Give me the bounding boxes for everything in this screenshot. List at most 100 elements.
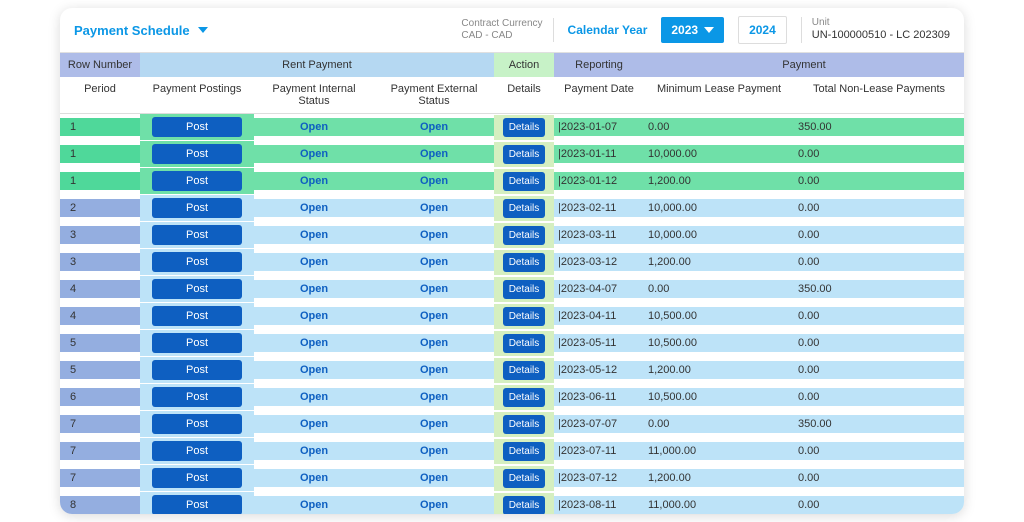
post-button[interactable]: Post [152,441,242,461]
details-button[interactable]: Details [503,226,546,245]
cell-postings: Post [140,114,254,140]
caret-down-icon [198,27,208,33]
table-row: 5PostOpenOpenDetails|2023-05-121,200.000… [60,357,964,384]
details-button[interactable]: Details [503,253,546,272]
cell-nonlease: 0.00 [794,226,964,244]
cell-internal-status: Open [254,442,374,460]
cell-external-status: Open [374,253,494,271]
post-button[interactable]: Post [152,387,242,407]
cell-nonlease: 0.00 [794,307,964,325]
cell-nonlease: 350.00 [794,280,964,298]
table-row: 3PostOpenOpenDetails|2023-03-121,200.000… [60,249,964,276]
unit-value: UN-100000510 - LC 202309 [812,29,950,42]
cell-period: 8 [60,496,140,514]
details-button[interactable]: Details [503,361,546,380]
cell-min-lease: 10,500.00 [644,388,794,406]
cell-nonlease: 350.00 [794,118,964,136]
cell-external-status: Open [374,442,494,460]
cell-external-status: Open [374,361,494,379]
post-button[interactable]: Post [152,279,242,299]
caret-down-icon [704,27,714,33]
col-internal-status[interactable]: Payment Internal Status [254,77,374,113]
details-button[interactable]: Details [503,172,546,191]
post-button[interactable]: Post [152,225,242,245]
cell-action: Details [494,385,554,410]
table-row: 4PostOpenOpenDetails|2023-04-070.00350.0… [60,276,964,303]
cell-internal-status: Open [254,361,374,379]
cell-external-status: Open [374,469,494,487]
col-nonlease[interactable]: Total Non-Lease Payments [794,77,964,113]
cell-date: |2023-03-12 [554,253,644,271]
post-button[interactable]: Post [152,117,242,137]
cell-min-lease: 0.00 [644,280,794,298]
post-button[interactable]: Post [152,414,242,434]
details-button[interactable]: Details [503,469,546,488]
cell-action: Details [494,466,554,491]
year-selected-button[interactable]: 2023 [661,17,724,43]
cell-min-lease: 10,000.00 [644,199,794,217]
table-row: 6PostOpenOpenDetails|2023-06-1110,500.00… [60,384,964,411]
cell-internal-status: Open [254,388,374,406]
cell-internal-status: Open [254,226,374,244]
post-button[interactable]: Post [152,333,242,353]
cell-postings: Post [140,195,254,221]
col-external-status[interactable]: Payment External Status [374,77,494,113]
cell-postings: Post [140,141,254,167]
table-row: 1PostOpenOpenDetails|2023-01-1110,000.00… [60,141,964,168]
cell-action: Details [494,196,554,221]
cell-min-lease: 1,200.00 [644,253,794,271]
group-header-row: Row Number Rent Payment Action Reporting… [60,53,964,77]
currency-label: Contract Currency [461,18,542,30]
cell-period: 1 [60,145,140,163]
cell-nonlease: 0.00 [794,361,964,379]
details-button[interactable]: Details [503,199,546,218]
cell-period: 5 [60,361,140,379]
post-button[interactable]: Post [152,468,242,488]
post-button[interactable]: Post [152,144,242,164]
details-button[interactable]: Details [503,388,546,407]
details-button[interactable]: Details [503,415,546,434]
contract-currency: Contract Currency CAD - CAD [461,18,553,42]
year-alt-button[interactable]: 2024 [738,16,787,44]
schedule-title: Payment Schedule [74,23,190,38]
details-button[interactable]: Details [503,334,546,353]
cell-nonlease: 0.00 [794,172,964,190]
details-button[interactable]: Details [503,496,546,515]
cell-date: |2023-01-12 [554,172,644,190]
table-row: 8PostOpenOpenDetails|2023-08-1111,000.00… [60,492,964,514]
post-button[interactable]: Post [152,360,242,380]
col-period[interactable]: Period [60,77,140,113]
details-button[interactable]: Details [503,307,546,326]
cell-internal-status: Open [254,280,374,298]
schedule-dropdown[interactable]: Payment Schedule [74,23,208,38]
payment-schedule-panel: Payment Schedule Contract Currency CAD -… [60,8,964,514]
col-min-lease[interactable]: Minimum Lease Payment [644,77,794,113]
col-postings[interactable]: Payment Postings [140,77,254,113]
group-row-number: Row Number [60,53,140,77]
cell-action: Details [494,250,554,275]
table-row: 3PostOpenOpenDetails|2023-03-1110,000.00… [60,222,964,249]
cell-min-lease: 10,000.00 [644,145,794,163]
details-button[interactable]: Details [503,118,546,137]
post-button[interactable]: Post [152,252,242,272]
cell-action: Details [494,439,554,464]
post-button[interactable]: Post [152,198,242,218]
cell-min-lease: 0.00 [644,118,794,136]
cell-postings: Post [140,357,254,383]
details-button[interactable]: Details [503,145,546,164]
table-row: 7PostOpenOpenDetails|2023-07-1111,000.00… [60,438,964,465]
post-button[interactable]: Post [152,306,242,326]
cell-internal-status: Open [254,469,374,487]
cell-external-status: Open [374,307,494,325]
cell-min-lease: 10,500.00 [644,334,794,352]
post-button[interactable]: Post [152,171,242,191]
col-payment-date[interactable]: Payment Date [554,77,644,113]
cell-external-status: Open [374,334,494,352]
details-button[interactable]: Details [503,280,546,299]
table-row: 5PostOpenOpenDetails|2023-05-1110,500.00… [60,330,964,357]
cell-period: 7 [60,415,140,433]
cell-action: Details [494,277,554,302]
details-button[interactable]: Details [503,442,546,461]
col-details[interactable]: Details [494,77,554,113]
post-button[interactable]: Post [152,495,242,514]
